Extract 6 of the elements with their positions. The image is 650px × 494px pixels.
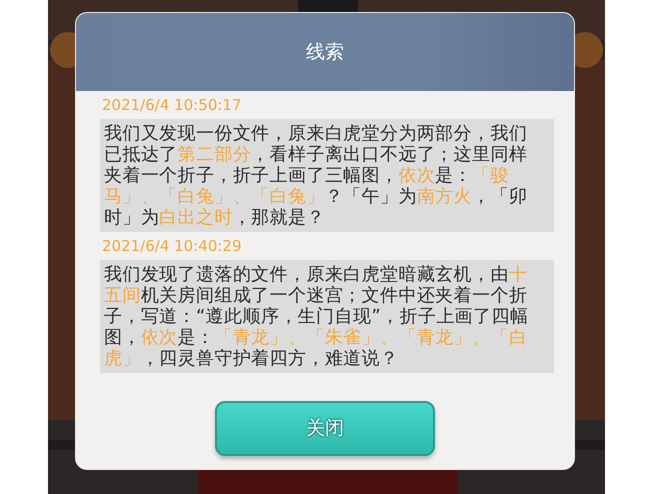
clue-text: 我们又发现一份文件，原来白虎堂分为两部分，我们已抵达了第二部分，看样子离出口不远了；这里同样夹着一个折子，折子上画了三幅图，依次是：「骏马」、「白兔」、「白兔」？「午」为南方火，「卯时」为白出之时，那就是？: [100, 119, 554, 232]
dialog-title: 线索: [306, 40, 344, 65]
clue-text: 我们发现了遗落的文件，原来白虎堂暗藏玄机，由十五间机关房间组成了一个迷宫；文件中还夹着一个折子，写道：“遵此顺序，生门自现”，折子上画了四幅图，依次是：「青龙」、「朱雀」、「青龙」、「白虎」，四灵兽守护着四方，难道说？: [100, 260, 554, 373]
timestamp: 2021/6/4 10:40:29: [101, 236, 242, 257]
timestamp: 2021/6/4 10:50:17: [101, 95, 242, 116]
close-button[interactable]: 关闭: [215, 400, 435, 456]
